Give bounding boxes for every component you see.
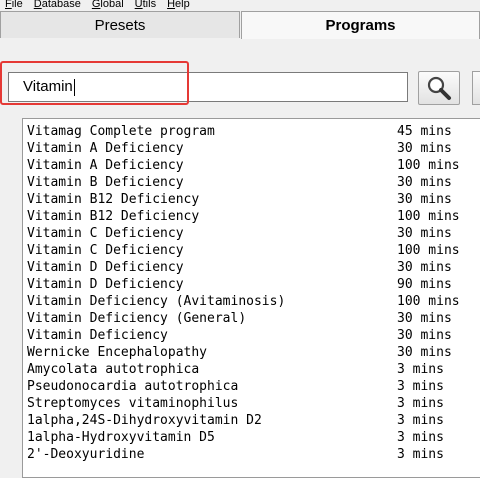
program-name: Vitamin B12 Deficiency xyxy=(27,192,200,207)
program-row[interactable]: Vitamin B12 Deficiency 30 mins xyxy=(27,191,480,208)
program-duration: 30 mins xyxy=(397,192,452,207)
program-duration: 30 mins xyxy=(397,141,452,156)
program-name: 1alpha-Hydroxyvitamin D5 xyxy=(27,430,215,445)
program-name: Amycolata autotrophica xyxy=(27,362,200,377)
program-name: Vitamin Deficiency (General) xyxy=(27,311,247,326)
program-name: Vitamin B Deficiency xyxy=(27,175,184,190)
menu-bar: File Database Global Utils Help xyxy=(0,0,480,11)
program-duration: 30 mins xyxy=(397,328,452,343)
magnifier-icon xyxy=(427,76,451,100)
program-row[interactable]: Vitamin B12 Deficiency 100 mins xyxy=(27,208,480,225)
program-row[interactable]: 1alpha-Hydroxyvitamin D5 3 mins xyxy=(27,429,480,446)
program-name: Vitamin Deficiency xyxy=(27,328,168,343)
program-row[interactable]: Vitamin C Deficiency 100 mins xyxy=(27,242,480,259)
program-duration: 100 mins xyxy=(397,158,460,173)
side-button[interactable] xyxy=(472,71,480,105)
program-duration: 90 mins xyxy=(397,277,452,292)
program-row[interactable]: Vitamin Deficiency (Avitaminosis) 100 min… xyxy=(27,293,480,310)
program-row[interactable]: Vitamin Deficiency 30 mins xyxy=(27,327,480,344)
program-duration: 30 mins xyxy=(397,226,452,241)
program-duration: 3 mins xyxy=(397,379,444,394)
program-row[interactable]: Amycolata autotrophica 3 mins xyxy=(27,361,480,378)
program-duration: 30 mins xyxy=(397,260,452,275)
program-row[interactable]: Vitamin B Deficiency 30 mins xyxy=(27,174,480,191)
tab-programs[interactable]: Programs xyxy=(241,11,480,39)
program-row[interactable]: 1alpha,24S-Dihydroxyvitamin D2 3 mins xyxy=(27,412,480,429)
text-caret xyxy=(73,78,75,96)
program-name: Vitamin D Deficiency xyxy=(27,260,184,275)
program-name: Vitamin C Deficiency xyxy=(27,226,184,241)
program-name: Vitamin D Deficiency xyxy=(27,277,184,292)
program-duration: 3 mins xyxy=(397,430,444,445)
program-row[interactable]: Vitamin A Deficiency 100 mins xyxy=(27,157,480,174)
program-name: Vitamin Deficiency (Avitaminosis) xyxy=(27,294,286,309)
menu-database[interactable]: Database xyxy=(34,0,81,10)
tab-presets[interactable]: Presets xyxy=(0,11,240,38)
program-duration: 3 mins xyxy=(397,447,444,462)
program-row[interactable]: Wernicke Encephalopathy 30 mins xyxy=(27,344,480,361)
menu-utils[interactable]: Utils xyxy=(135,0,156,10)
program-duration: 45 mins xyxy=(397,124,452,139)
program-duration: 100 mins xyxy=(397,243,460,258)
program-row[interactable]: Pseudonocardia autotrophica 3 mins xyxy=(27,378,480,395)
program-row[interactable]: Vitamin A Deficiency 30 mins xyxy=(27,140,480,157)
tab-strip: Presets Programs xyxy=(0,11,480,50)
program-row[interactable]: Vitamin C Deficiency 30 mins xyxy=(27,225,480,242)
program-row[interactable]: Vitamin D Deficiency 90 mins xyxy=(27,276,480,293)
program-name: 2'-Deoxyuridine xyxy=(27,447,145,462)
program-name: Pseudonocardia autotrophica xyxy=(27,379,239,394)
program-duration: 30 mins xyxy=(397,311,452,326)
menu-global[interactable]: Global xyxy=(92,0,124,10)
search-input[interactable]: Vitamin xyxy=(8,72,408,102)
program-name: Wernicke Encephalopathy xyxy=(27,345,208,360)
program-duration: 3 mins xyxy=(397,413,444,428)
program-name: 1alpha,24S-Dihydroxyvitamin D2 xyxy=(27,413,262,428)
search-input-value: Vitamin xyxy=(23,78,73,95)
program-list[interactable]: Vitamag Complete program 45 mins Vitamin A… xyxy=(22,118,480,478)
program-row[interactable]: Streptomyces vitaminophilus 3 mins xyxy=(27,395,480,412)
program-row[interactable]: 2'-Deoxyuridine 3 mins xyxy=(27,446,480,463)
program-name: Vitamin B12 Deficiency xyxy=(27,209,200,224)
program-duration: 100 mins xyxy=(397,294,460,309)
program-row[interactable]: Vitamin Deficiency (General) 30 mins xyxy=(27,310,480,327)
program-duration: 100 mins xyxy=(397,209,460,224)
search-button[interactable] xyxy=(418,71,460,105)
program-row[interactable]: Vitamin D Deficiency 30 mins xyxy=(27,259,480,276)
program-duration: 30 mins xyxy=(397,175,452,190)
menu-file[interactable]: File xyxy=(5,0,23,10)
program-duration: 30 mins xyxy=(397,345,452,360)
program-duration: 3 mins xyxy=(397,362,444,377)
program-name: Vitamin A Deficiency xyxy=(27,141,184,156)
program-name: Vitamag Complete program xyxy=(27,124,215,139)
program-row[interactable]: Vitamag Complete program 45 mins xyxy=(27,123,480,140)
menu-help[interactable]: Help xyxy=(167,0,190,10)
program-name: Vitamin C Deficiency xyxy=(27,243,184,258)
program-name: Streptomyces vitaminophilus xyxy=(27,396,239,411)
program-duration: 3 mins xyxy=(397,396,444,411)
program-name: Vitamin A Deficiency xyxy=(27,158,184,173)
